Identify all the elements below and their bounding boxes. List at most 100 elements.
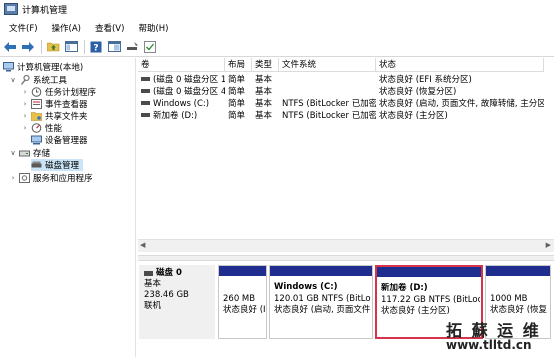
filesystem-cell xyxy=(279,74,376,86)
performance-icon xyxy=(31,123,42,133)
event-viewer-icon xyxy=(31,99,42,109)
partition-status: 状态良好 (I xyxy=(223,305,265,315)
type-cell: 基本 xyxy=(255,75,273,85)
partition-bar xyxy=(219,266,266,276)
column-header-layout[interactable]: 布局 xyxy=(225,58,252,72)
partition-text: 1000 MB 状态良好 (恢复 xyxy=(490,282,549,317)
volume-icon xyxy=(141,112,150,117)
tree-item-device-manager[interactable]: 设备管理器 xyxy=(31,134,88,146)
tree-label-event-viewer: 事件查看器 xyxy=(45,100,88,110)
partition-name: Windows (C:) xyxy=(274,282,338,292)
layout-cell: 简单 xyxy=(228,87,246,97)
folder-up-icon[interactable] xyxy=(46,40,60,54)
layout-cell: 简单 xyxy=(228,111,246,121)
volume-cell: Windows (C:) xyxy=(138,98,225,110)
type-cell: 基本 xyxy=(255,111,273,121)
column-header-status[interactable]: 状态 xyxy=(376,58,544,72)
tree-item-system-tools[interactable]: ∨ 系统工具 xyxy=(9,74,67,86)
tree-label-root: 计算机管理(本地) xyxy=(17,63,84,73)
partition-name xyxy=(490,282,549,294)
menu-file[interactable]: 文件(F) xyxy=(0,22,43,34)
table-row[interactable]: (磁盘 0 磁盘分区 1) 简单 基本 状态良好 (EFI 系统分区) xyxy=(138,74,554,86)
toolbar-separator xyxy=(41,39,42,54)
table-row[interactable]: (磁盘 0 磁盘分区 4) 简单 基本 状态良好 (恢复分区) xyxy=(138,86,554,98)
console-tree: 计算机管理(本地) ∨ 系统工具 › 任务计划程序 › 事件查看器 › 共享文件… xyxy=(0,58,136,357)
tree-item-task-scheduler[interactable]: › 任务计划程序 xyxy=(21,86,96,98)
status-cell: 状态良好 (恢复分区) xyxy=(379,87,457,97)
scroll-right-icon[interactable]: ▶ xyxy=(546,241,551,249)
disk-kind: 基本 xyxy=(144,279,162,289)
column-header-filesystem[interactable]: 文件系统 xyxy=(279,58,376,72)
computer-icon xyxy=(3,62,14,72)
table-row[interactable]: 新加卷 (D:) 简单 基本 NTFS (BitLocker 已加密) 状态良好… xyxy=(138,110,554,122)
type-cell: 基本 xyxy=(255,87,273,97)
tree-item-shared-folders[interactable]: › 共享文件夹 xyxy=(21,110,88,122)
partition-text: 新加卷 (D:) 117.22 GB NTFS (BitLocke 状态良好 (… xyxy=(381,283,480,318)
tree-label-device-manager: 设备管理器 xyxy=(45,136,88,146)
partition-bar xyxy=(270,266,372,276)
table-row[interactable]: Windows (C:) 简单 基本 NTFS (BitLocker 已加密) … xyxy=(138,98,554,110)
tree-item-disk-management[interactable]: 磁盘管理 xyxy=(31,159,83,171)
tree-label-services: 服务和应用程序 xyxy=(33,174,93,184)
properties-icon[interactable] xyxy=(107,40,121,54)
disk-management-icon xyxy=(31,160,42,170)
vertical-scrollbar[interactable] xyxy=(544,58,554,239)
volume-icon xyxy=(141,88,150,93)
partition-c[interactable]: Windows (C:) 120.01 GB NTFS (BitLocke 状态… xyxy=(269,265,373,339)
partition-name xyxy=(223,282,265,294)
toolbar: ? xyxy=(0,37,554,57)
partition-efi[interactable]: 260 MB 状态良好 (I xyxy=(218,265,267,339)
shared-folder-icon xyxy=(30,111,43,121)
chevron-right-icon[interactable]: › xyxy=(21,124,29,132)
status-cell: 状态良好 (启动, 页面文件, 故障转储, 主分区) xyxy=(379,99,544,109)
chevron-down-icon[interactable]: ∨ xyxy=(9,149,17,157)
column-header-volume[interactable]: 卷 xyxy=(138,58,225,72)
horizontal-scrollbar[interactable]: ◀ ▶ xyxy=(138,239,554,252)
help-icon[interactable]: ? xyxy=(89,40,103,54)
volume-name: (磁盘 0 磁盘分区 4) xyxy=(153,87,225,97)
console-tree-icon[interactable] xyxy=(64,40,78,54)
tree-item-performance[interactable]: › 性能 xyxy=(21,122,62,134)
layout-cell: 简单 xyxy=(228,99,246,109)
toolbar-separator xyxy=(84,39,85,54)
partition-name: 新加卷 (D:) xyxy=(381,283,428,293)
tree-item-services[interactable]: › 服务和应用程序 xyxy=(9,172,93,184)
column-header-type[interactable]: 类型 xyxy=(252,58,279,72)
menu-action[interactable]: 操作(A) xyxy=(43,22,86,34)
volume-list: 卷 布局 类型 文件系统 状态 (磁盘 0 磁盘分区 1) 简单 基本 状态良好… xyxy=(138,58,554,253)
tree-item-event-viewer[interactable]: › 事件查看器 xyxy=(21,98,88,110)
partition-status: 状态良好 (主分区) xyxy=(381,306,450,316)
chevron-right-icon[interactable]: › xyxy=(21,88,29,96)
volume-list-header: 卷 布局 类型 文件系统 状态 xyxy=(138,58,554,72)
volume-name: 新加卷 (D:) xyxy=(153,111,198,121)
forward-icon[interactable] xyxy=(21,40,35,54)
scroll-left-icon[interactable]: ◀ xyxy=(140,241,145,249)
checklist-icon[interactable] xyxy=(143,40,157,54)
disk-icon[interactable] xyxy=(125,40,139,54)
disk-info[interactable]: 磁盘 0 基本 238.46 GB 联机 xyxy=(139,265,215,339)
chevron-right-icon[interactable]: › xyxy=(21,112,29,120)
type-cell: 基本 xyxy=(255,99,273,109)
tree-label-task-scheduler: 任务计划程序 xyxy=(45,88,97,98)
menu-view[interactable]: 查看(V) xyxy=(86,22,129,34)
chevron-right-icon[interactable]: › xyxy=(9,174,17,182)
chevron-down-icon[interactable]: ∨ xyxy=(9,76,17,84)
disk-icon xyxy=(144,271,153,276)
tree-item-root[interactable]: 计算机管理(本地) xyxy=(3,61,83,73)
chevron-right-icon[interactable]: › xyxy=(21,100,29,108)
services-icon xyxy=(19,173,30,183)
clock-icon xyxy=(31,87,42,97)
partition-status: 状态良好 (启动, 页面文件, xyxy=(274,305,371,315)
back-icon[interactable] xyxy=(3,40,17,54)
menu-help[interactable]: 帮助(H) xyxy=(129,22,173,34)
storage-icon xyxy=(19,148,30,158)
tools-icon xyxy=(19,74,30,85)
svg-text:?: ? xyxy=(93,43,98,53)
pane-splitter[interactable] xyxy=(138,255,554,261)
partition-status: 状态良好 (恢复 xyxy=(490,305,548,315)
tree-item-storage[interactable]: ∨ 存储 xyxy=(9,147,50,159)
volume-name: (磁盘 0 磁盘分区 1) xyxy=(153,75,225,85)
tree-label-system-tools: 系统工具 xyxy=(33,76,68,86)
device-manager-icon xyxy=(31,135,42,145)
disk-name: 磁盘 0 xyxy=(144,268,210,279)
